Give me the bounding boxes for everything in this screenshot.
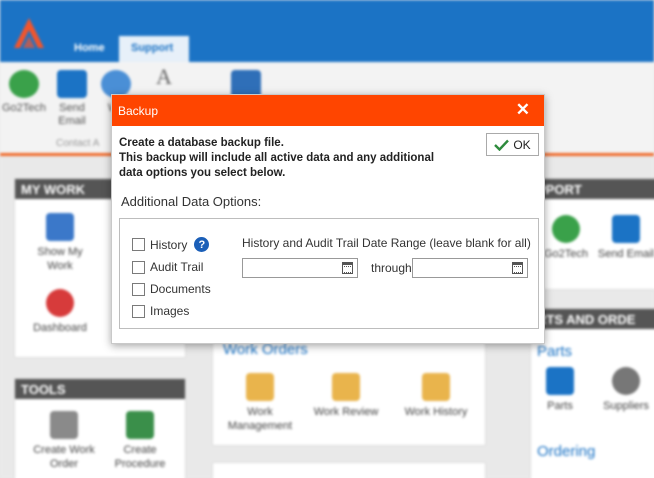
images-option[interactable]: Images: [132, 304, 189, 318]
backup-dialog: Backup ✕ Create a database backup file. …: [111, 94, 545, 344]
send-email-label: Send Email: [58, 102, 86, 127]
show-my-work-label: Show My Work: [37, 246, 83, 272]
review-icon: [332, 373, 360, 401]
parts-icon: [546, 367, 574, 395]
audit-trail-option[interactable]: Audit Trail: [132, 260, 203, 274]
ok-label: OK: [513, 137, 531, 152]
audit-trail-label: Audit Trail: [150, 260, 204, 274]
work-history-label: Work History: [404, 406, 468, 418]
suppliers-label: Suppliers: [603, 400, 649, 412]
checklist-icon: [422, 373, 450, 401]
send-email-button[interactable]: Send Email: [48, 70, 96, 128]
tools-panel: TOOLS Create Work Order Create Procedure: [14, 378, 186, 478]
checkmark-icon: [494, 139, 510, 151]
create-work-order-label: Create Work Order: [33, 444, 95, 470]
help-icon[interactable]: ?: [194, 237, 210, 252]
people-icon: [612, 367, 640, 395]
lower-panel: [212, 462, 486, 478]
documents-label: Documents: [150, 282, 211, 296]
tab-support[interactable]: Support: [119, 36, 189, 62]
options-label: Additional Data Options:: [121, 194, 262, 209]
through-label: through: [371, 261, 412, 275]
tab-home[interactable]: Home: [62, 36, 117, 62]
calendar-icon[interactable]: [512, 262, 523, 274]
audit-trail-checkbox[interactable]: [132, 260, 145, 274]
dialog-message: Create a database backup file. This back…: [119, 136, 469, 181]
images-label: Images: [150, 304, 190, 318]
work-review-tile[interactable]: Work Review: [311, 373, 381, 419]
message-line-2: This backup will include all active data…: [119, 152, 435, 164]
go2tech-button[interactable]: Go2Tech: [0, 70, 48, 115]
history-label: History: [150, 237, 188, 252]
documents-option[interactable]: Documents: [132, 282, 211, 296]
documents-checkbox[interactable]: [132, 282, 145, 296]
go2tech-label: Go2Tech: [1, 102, 47, 114]
work-history-tile[interactable]: Work History: [401, 373, 471, 419]
support-go2tech-label: Go2Tech: [543, 248, 589, 260]
procedure-icon: [126, 411, 154, 439]
parts-label: Parts: [547, 400, 573, 412]
show-my-work-tile[interactable]: Show My Work: [25, 213, 95, 273]
clipboard-icon: [246, 373, 274, 401]
suppliers-tile[interactable]: Suppliers: [591, 367, 654, 413]
create-work-order-tile[interactable]: Create Work Order: [29, 411, 99, 471]
parts-tile[interactable]: Parts: [525, 367, 595, 413]
dashboard-label: Dashboard: [33, 322, 87, 334]
work-orders-panel: Work Orders Work Management Work Review …: [212, 334, 486, 446]
tools-header: TOOLS: [15, 379, 185, 399]
history-option[interactable]: History ?: [132, 237, 210, 252]
parts-orders-header: RTS AND ORDE: [531, 309, 654, 329]
ok-button[interactable]: OK: [486, 133, 539, 156]
images-checkbox[interactable]: [132, 304, 145, 318]
go2tech-icon: [552, 215, 580, 243]
create-procedure-label: Create Procedure: [114, 444, 166, 470]
support-panel: PPORT Go2Tech Send Email: [530, 178, 654, 290]
clipboard-icon: [50, 411, 78, 439]
dialog-title-bar: Backup ✕: [112, 95, 544, 126]
email-icon: [612, 215, 640, 243]
dashboard-tile[interactable]: Dashboard: [25, 289, 95, 335]
message-line-3: data options you select below.: [119, 167, 286, 179]
message-line-1: Create a database backup file.: [119, 137, 284, 149]
from-date-field[interactable]: [242, 258, 358, 278]
support-header: PPORT: [531, 179, 654, 199]
app-logo-icon: [14, 18, 44, 48]
ribbon-group-label: Contact A: [56, 138, 100, 149]
support-email-label: Send Email: [597, 248, 654, 260]
create-procedure-tile[interactable]: Create Procedure: [105, 411, 175, 471]
history-checkbox[interactable]: [132, 238, 145, 251]
ordering-title: Ordering: [537, 443, 596, 460]
ribbon-header: Home Support: [0, 0, 654, 62]
work-management-tile[interactable]: Work Management: [225, 373, 295, 433]
pie-chart-icon: [46, 289, 74, 317]
wrench-icon: [46, 213, 74, 241]
work-review-label: Work Review: [313, 406, 379, 418]
parts-orders-panel: RTS AND ORDE Parts Parts Suppliers Order…: [530, 308, 654, 478]
dialog-title: Backup: [118, 104, 159, 118]
calendar-icon[interactable]: [342, 262, 353, 274]
to-date-field[interactable]: [412, 258, 528, 278]
options-group: History ? Audit Trail Documents Images H…: [119, 218, 539, 329]
date-range-label: History and Audit Trail Date Range (leav…: [242, 236, 531, 250]
support-email-tile[interactable]: Send Email: [591, 215, 654, 261]
go2tech-icon: [9, 70, 39, 98]
work-management-label: Work Management: [227, 406, 293, 432]
parts-title: Parts: [537, 343, 573, 360]
email-icon: [57, 70, 87, 98]
close-icon[interactable]: ✕: [516, 100, 530, 120]
